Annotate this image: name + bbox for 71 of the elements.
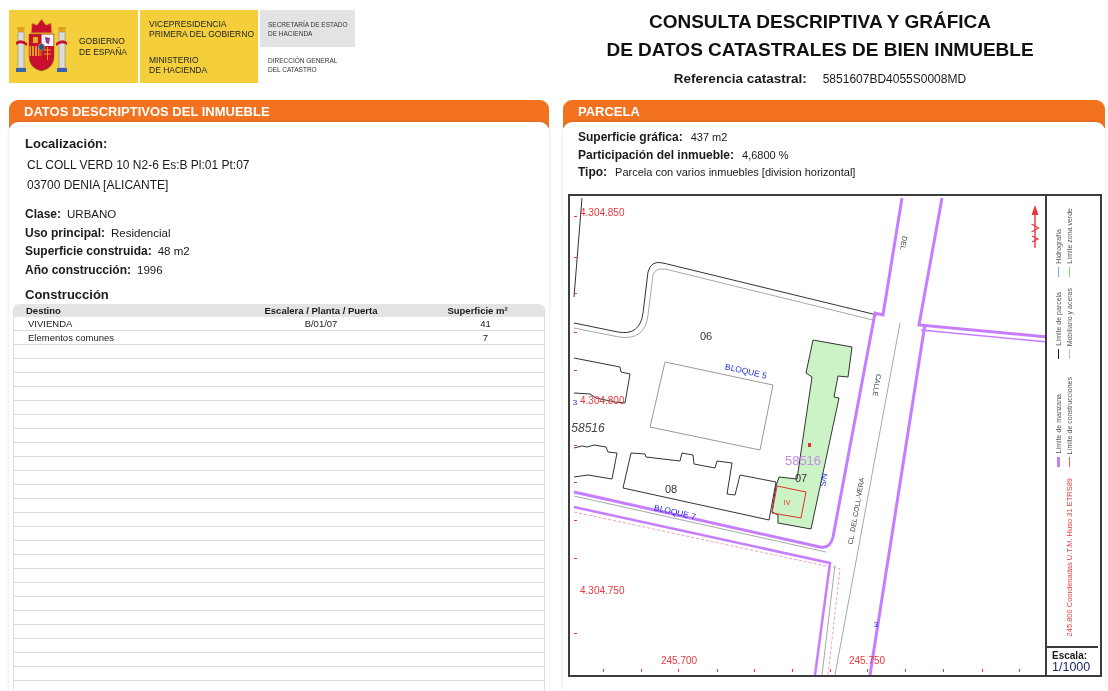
scale-value: 1/1000 (1052, 661, 1092, 674)
field-value: Residencial (111, 225, 171, 241)
coordinate-tick (574, 520, 577, 521)
coordinate-tick (574, 633, 577, 634)
field-label: Superficie construida: (25, 243, 152, 260)
construction-outline (771, 485, 807, 519)
building-outline (573, 444, 618, 480)
reference-value: 5851607BD4055S0008MD (822, 71, 967, 88)
field-value: Parcela con varios inmuebles [division horizontal] (615, 165, 856, 180)
field-value: 4,6800 % (742, 147, 789, 163)
table-cell: Elementos comunes (28, 332, 115, 343)
coordinate-label: 4.304.750 (580, 584, 625, 596)
coordinate-tick (574, 558, 577, 559)
field-label: Superficie gráfica: (578, 129, 683, 146)
column-header: Escalera / Planta / Puerta (263, 304, 379, 317)
coordinate-tick (574, 293, 577, 294)
ministry-name: MINISTERIO DE HACIENDA (149, 55, 208, 75)
field-value: 48 m2 (157, 244, 190, 259)
coordinate-tick (717, 669, 718, 672)
house-number: 3 (873, 619, 879, 629)
field-label: Año construcción: (25, 261, 131, 279)
field-label: Clase: (25, 206, 62, 223)
coordinate-tick (905, 669, 906, 672)
field-label: Localización: (25, 136, 109, 152)
coordinate-label: 4.304.850 (580, 206, 625, 218)
address-text: CL COLL VERD 10 N2-6 Es:B Pl:01 Pt:07 03700 DENIA [ALICANTE] (26, 157, 251, 194)
plot-number: 06 (699, 330, 713, 342)
section-subtitle: Construcción (25, 287, 110, 303)
coordinate-tick (574, 482, 577, 483)
coordinate-tick (982, 669, 983, 672)
coordinate-label: 245.700 (660, 654, 698, 666)
block-label: BLOQUE 7 (653, 502, 697, 522)
parcel-number: 58516 (571, 421, 605, 435)
coordinate-tick (574, 332, 577, 333)
coordinate-tick (1019, 669, 1020, 672)
table-cell: B/01/07 (304, 318, 338, 329)
coordinate-tick (754, 669, 755, 672)
block-label: BLOQUE 5 (724, 361, 768, 381)
coordinate-tick (792, 669, 793, 672)
field-value: 1996 (137, 262, 163, 278)
house-number: 3 (572, 397, 578, 407)
table-cell: VIVIENDA (28, 318, 73, 329)
column-header: Superficie m² (446, 304, 509, 317)
coordinate-tick (943, 669, 944, 672)
field-value: 437 m2 (690, 130, 728, 145)
scale-label: Escala: (1052, 650, 1089, 661)
field-value: URBANO (67, 207, 117, 222)
field-label: Tipo: (578, 164, 608, 181)
table-cell: 7 (482, 332, 489, 343)
plot-number: 08 (664, 483, 678, 495)
ministry-name: VICEPRESIDENCIA PRIMERA DEL GOBIERNO (149, 19, 254, 39)
coordinate-tick (867, 669, 868, 672)
field-label: Participación del inmueble: (578, 146, 735, 164)
house-number: S/N (818, 472, 830, 488)
table-cell: 41 (480, 318, 491, 329)
column-header: Destino (25, 304, 62, 317)
coordinate-tick (641, 669, 642, 672)
reference-label: Referencia catastral: (673, 70, 807, 88)
coordinate-tick (603, 669, 604, 672)
coordinate-tick (574, 257, 577, 258)
plot-number: 07 (794, 472, 808, 484)
document-title: CONSULTA DESCRIPTIVA Y GRÁFICA DE DATOS CATASTRALES DE BIEN INMUEBLE (606, 10, 1034, 62)
logo-text: GOBIERNO DE ESPAÑA (79, 35, 128, 58)
construction-marker-icon (808, 443, 811, 447)
coordinate-tick (574, 445, 577, 446)
coordinate-tick (574, 216, 577, 217)
coordinate-tick (830, 669, 831, 672)
coordinate-tick (678, 669, 679, 672)
north-arrow-icon (1030, 205, 1040, 248)
field-label: Uso principal: (25, 224, 105, 242)
coordinate-tick (574, 370, 577, 371)
